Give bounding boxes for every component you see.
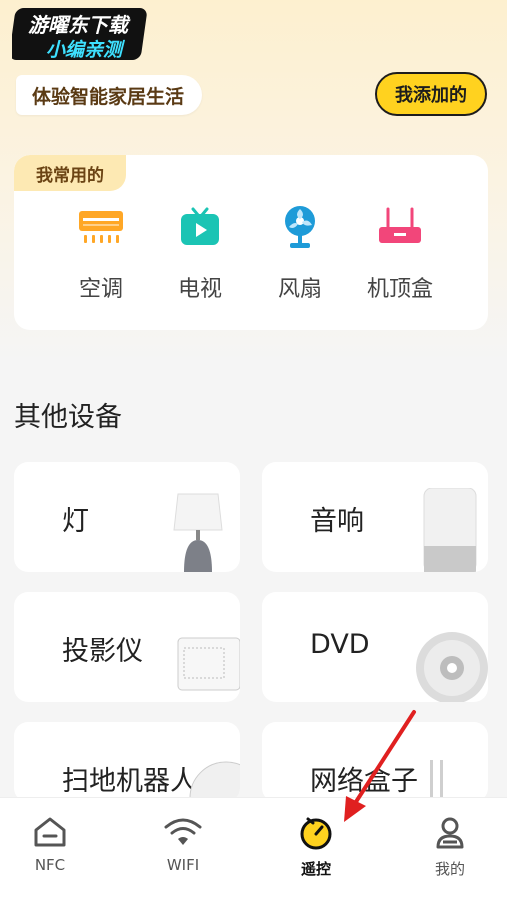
favorite-label: 电视: [177, 277, 222, 302]
favorite-label: 机顶盒: [366, 277, 433, 302]
profile-icon: [436, 817, 464, 849]
robot-vacuum-image: [189, 761, 240, 802]
bottom-tab-bar: NFC WIFI 遥控 我的: [0, 797, 507, 897]
watermark-logo: 游曜东下载 小编亲测: [12, 8, 147, 61]
speaker-image: [423, 488, 477, 572]
tab-label: 我的: [434, 860, 465, 878]
favorite-label: 空调: [78, 277, 123, 302]
air-conditioner-icon: [51, 203, 151, 251]
device-card-robot-vacuum[interactable]: 扫地机器人: [14, 722, 240, 802]
favorite-set-top-box[interactable]: 机顶盒: [350, 203, 450, 303]
network-box-image: [430, 760, 443, 802]
slogan-text: 体验智能家居生活: [32, 85, 185, 108]
device-name: 扫地机器人: [62, 766, 197, 797]
projector-image: [177, 637, 240, 691]
nfc-home-icon: [34, 817, 66, 847]
favorite-air-conditioner[interactable]: 空调: [51, 203, 151, 303]
other-devices-title: 其他设备: [14, 402, 122, 433]
device-name: 投影仪: [62, 636, 143, 667]
tab-label: WIFI: [166, 856, 200, 874]
remote-icon: [300, 817, 332, 850]
tab-profile[interactable]: 我的: [400, 816, 500, 879]
watermark-line2: 小编亲测: [46, 39, 126, 61]
fan-icon: [250, 203, 350, 251]
my-added-label: 我添加的: [395, 85, 467, 106]
slogan-banner: 体验智能家居生活: [16, 75, 203, 115]
device-name: 音响: [310, 506, 364, 537]
tab-nfc[interactable]: NFC: [0, 816, 100, 874]
watermark-line1: 游曜东下载: [28, 13, 131, 37]
tv-icon: [150, 203, 250, 251]
tab-wifi[interactable]: WIFI: [133, 816, 233, 874]
tab-remote[interactable]: 遥控: [266, 816, 366, 879]
my-added-button[interactable]: 我添加的: [375, 72, 487, 116]
tab-label: 遥控: [300, 860, 331, 878]
device-card-speaker[interactable]: 音响: [262, 462, 488, 572]
device-card-network-box[interactable]: 网络盒子: [262, 722, 488, 802]
favorites-card: 我常用的 空调 电视 风扇 机顶盒: [14, 155, 488, 330]
favorite-fan[interactable]: 风扇: [250, 203, 350, 303]
device-card-light[interactable]: 灯: [14, 462, 240, 572]
device-card-dvd[interactable]: DVD: [262, 592, 488, 702]
device-card-projector[interactable]: 投影仪: [14, 592, 240, 702]
tab-label: NFC: [34, 856, 66, 874]
dvd-image: [416, 632, 488, 702]
favorite-tv[interactable]: 电视: [150, 203, 250, 303]
favorite-label: 风扇: [277, 277, 322, 302]
wifi-icon: [164, 818, 202, 845]
device-name: 网络盒子: [310, 766, 418, 797]
lamp-image: [173, 493, 223, 572]
favorites-tag-label: 我常用的: [36, 165, 104, 186]
device-name: DVD: [310, 629, 370, 660]
device-name: 灯: [62, 506, 89, 537]
set-top-box-icon: [350, 203, 450, 251]
favorites-tag: 我常用的: [14, 155, 126, 191]
